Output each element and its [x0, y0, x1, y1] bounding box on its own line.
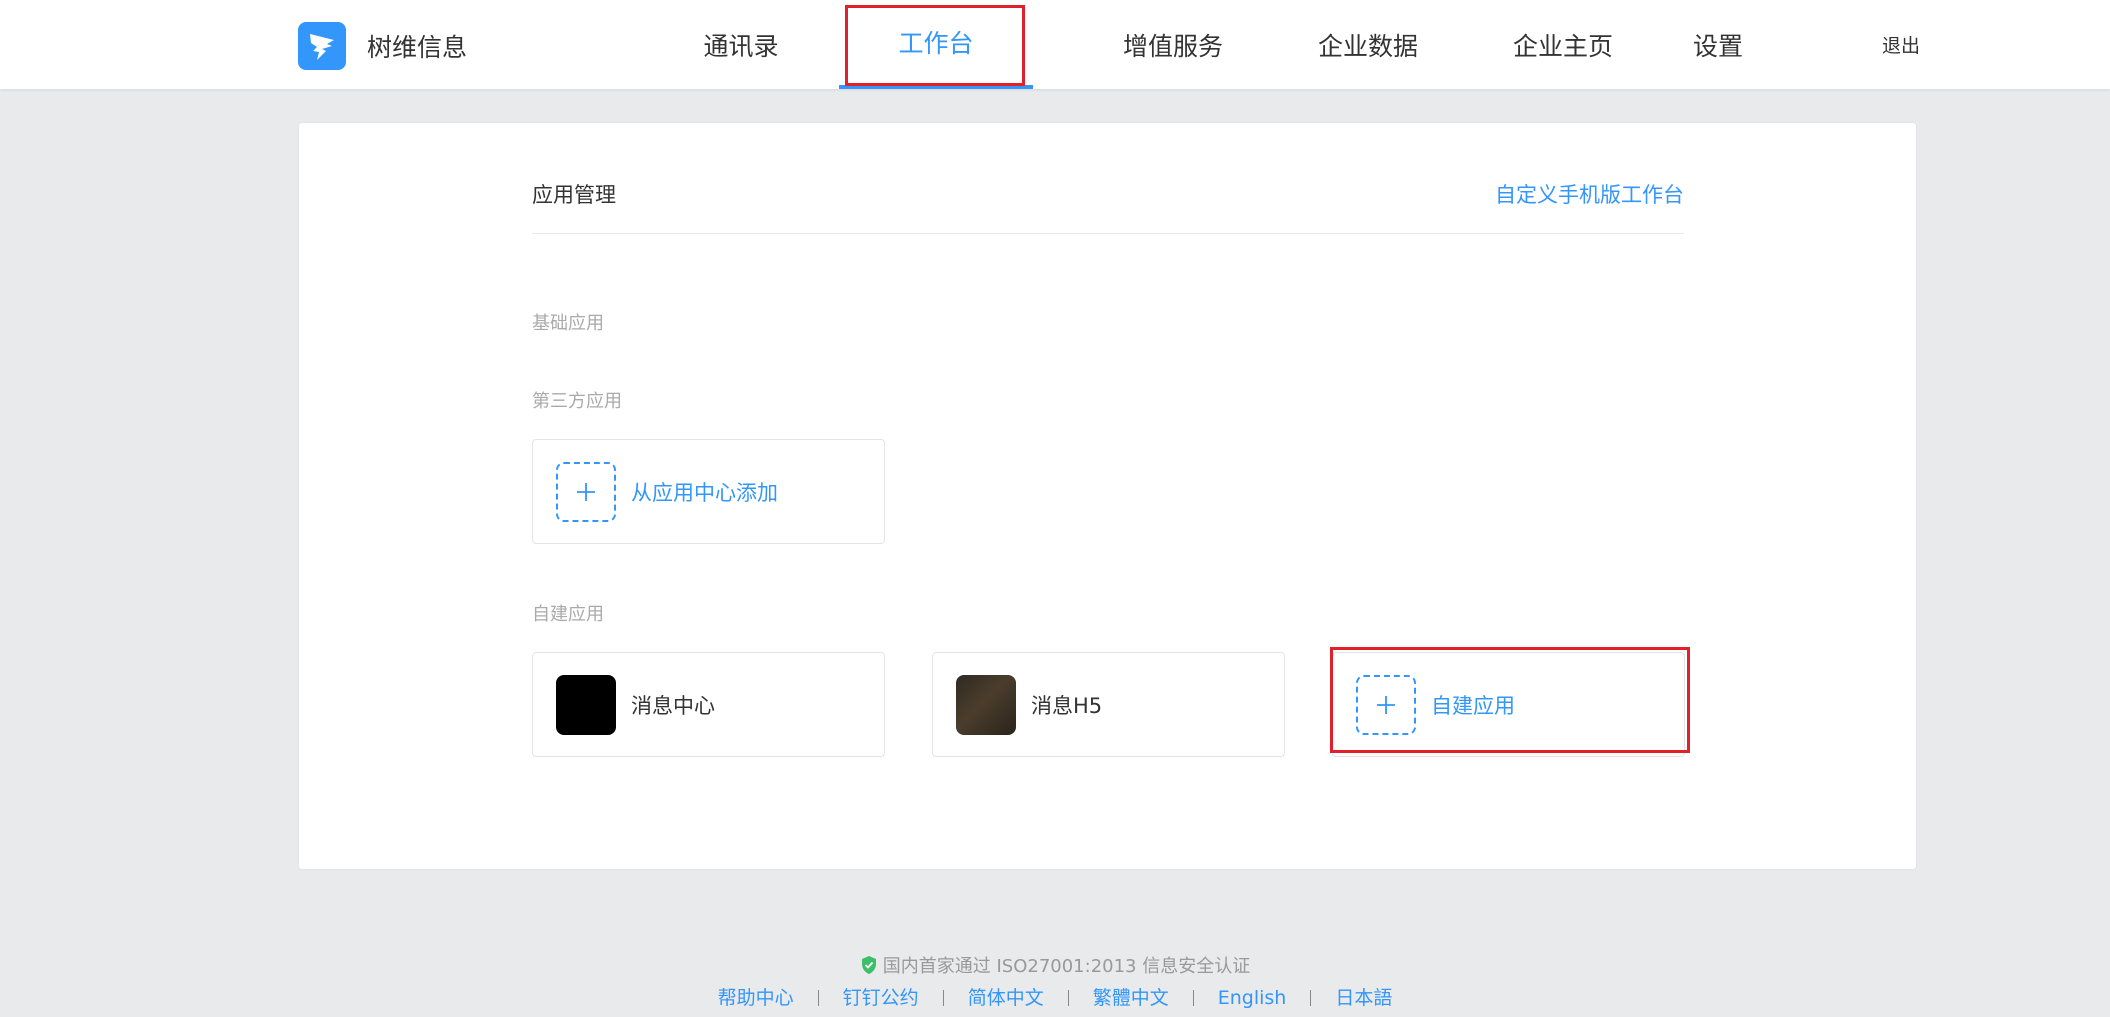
nav-item-settings[interactable]: 设置 — [1668, 0, 1768, 89]
lang-japanese-link[interactable]: 日本語 — [1311, 986, 1416, 1010]
logout-link[interactable]: 退出 — [1882, 0, 1920, 89]
app-tile-message-h5[interactable]: 消息H5 — [932, 652, 1285, 757]
app-tile-message-center[interactable]: 消息中心 — [532, 652, 885, 757]
nav-item-enterprise-data[interactable]: 企业数据 — [1278, 0, 1458, 89]
nav-item-enterprise-homepage[interactable]: 企业主页 — [1473, 0, 1653, 89]
page-title: 应用管理 — [532, 183, 616, 207]
custom-apps-label: 自建应用 — [532, 604, 604, 625]
app-name: 消息中心 — [631, 693, 715, 718]
app-icon-message-h5 — [956, 675, 1016, 735]
security-certification: 国内首家通过 ISO27001:2013 信息安全认证 — [0, 952, 2110, 978]
third-party-apps-label: 第三方应用 — [532, 391, 622, 412]
nav-item-label: 工作台 — [898, 28, 974, 58]
nav-item-workbench[interactable]: 工作台 — [839, 0, 1033, 89]
nav-item-label: 企业主页 — [1512, 31, 1613, 61]
nav-item-label: 增值服务 — [1122, 31, 1223, 61]
dingtalk-logo-icon — [298, 22, 346, 70]
plus-icon — [1356, 675, 1416, 735]
customize-mobile-workbench-link[interactable]: 自定义手机版工作台 — [1495, 181, 1684, 209]
brand[interactable]: 树维信息 — [298, 22, 467, 70]
create-custom-app-tile[interactable]: 自建应用 — [1332, 652, 1685, 757]
app-icon-message-center — [556, 675, 616, 735]
footer-links: 帮助中心 钉钉公约 简体中文 繁體中文 English 日本語 — [0, 986, 2110, 1010]
app-management-card: 应用管理 自定义手机版工作台 基础应用 第三方应用 从应用中心添加 自建应用 消… — [298, 122, 1917, 870]
certification-text: 国内首家通过 ISO27001:2013 信息安全认证 — [882, 956, 1251, 977]
app-name: 消息H5 — [1031, 693, 1103, 718]
lang-traditional-chinese-link[interactable]: 繁體中文 — [1069, 986, 1193, 1010]
lang-simplified-chinese-link[interactable]: 简体中文 — [944, 986, 1068, 1010]
nav-item-contacts[interactable]: 通讯录 — [694, 0, 788, 89]
top-header: 树维信息 通讯录 工作台 增值服务 企业数据 企业主页 设置 退出 — [0, 0, 2110, 89]
dingtalk-convention-link[interactable]: 钉钉公约 — [819, 986, 943, 1010]
nav-item-value-added-services[interactable]: 增值服务 — [1083, 0, 1263, 89]
plus-icon — [556, 462, 616, 522]
nav-item-label: 企业数据 — [1317, 31, 1418, 61]
shield-check-icon — [861, 956, 876, 974]
help-center-link[interactable]: 帮助中心 — [694, 986, 818, 1010]
lang-english-link[interactable]: English — [1194, 986, 1311, 1010]
add-from-app-center-tile[interactable]: 从应用中心添加 — [532, 439, 885, 544]
nav-item-label: 通讯录 — [703, 31, 779, 61]
create-custom-app-label: 自建应用 — [1431, 693, 1515, 718]
company-name: 树维信息 — [367, 33, 468, 62]
add-from-app-center-label: 从应用中心添加 — [631, 480, 778, 505]
basic-apps-label: 基础应用 — [532, 313, 604, 334]
nav-item-label: 设置 — [1692, 31, 1743, 61]
section-header: 应用管理 自定义手机版工作台 — [532, 181, 1684, 234]
